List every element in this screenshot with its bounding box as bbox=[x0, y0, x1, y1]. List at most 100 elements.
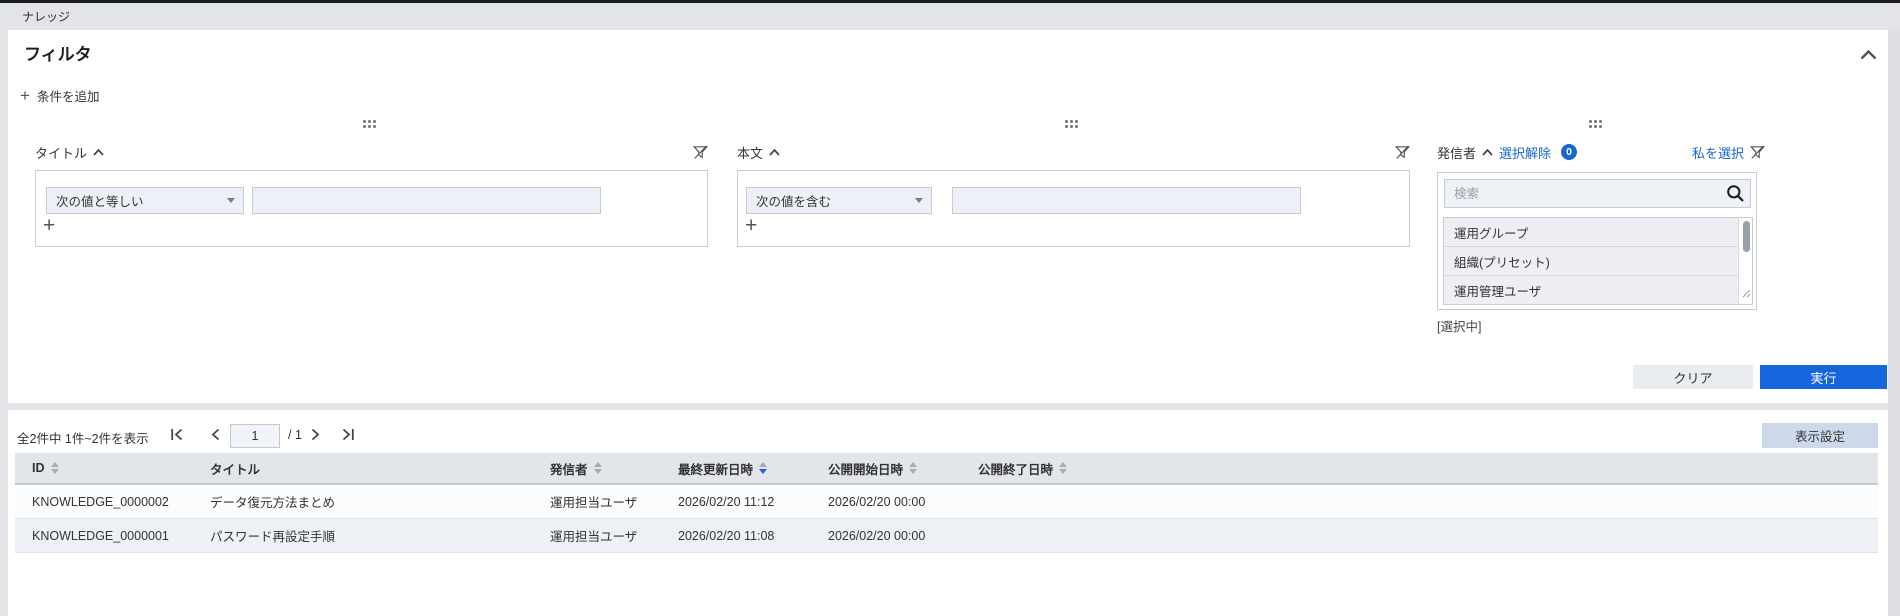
cell-publish-end bbox=[978, 519, 1878, 552]
cell-sender: 運用担当ユーザ bbox=[550, 519, 678, 552]
clear-button[interactable]: クリア bbox=[1633, 365, 1753, 389]
table-header-row: ID タイトル 発信者 最終更新日時 公開開始日時 bbox=[15, 453, 1878, 485]
option-label: 運用グループ bbox=[1454, 223, 1528, 242]
table-row[interactable]: KNOWLEDGE_0000002 データ復元方法まとめ 運用担当ユーザ 202… bbox=[15, 485, 1878, 519]
page-number-input[interactable] bbox=[230, 424, 280, 448]
filter-value-input[interactable] bbox=[252, 187, 601, 214]
cell-last-updated: 2026/02/20 11:12 bbox=[678, 485, 828, 518]
deselect-all-link[interactable]: 選択解除 bbox=[1499, 143, 1551, 162]
drag-handle-icon[interactable] bbox=[363, 120, 379, 128]
result-table-panel: 全2件中 1件~2件を表示 / 1 表示設定 ID bbox=[8, 410, 1888, 616]
breadcrumb-bar: ナレッジ bbox=[0, 3, 1900, 29]
column-header-id[interactable]: ID bbox=[15, 453, 210, 483]
column-header-label: ID bbox=[32, 461, 45, 475]
sort-icon bbox=[1059, 462, 1067, 474]
filter-column-title-header: タイトル bbox=[35, 143, 708, 161]
last-page-icon[interactable] bbox=[340, 428, 356, 441]
resize-grip-icon[interactable] bbox=[1742, 285, 1751, 303]
filter-column-label: 本文 bbox=[737, 143, 763, 162]
drag-handle-icon[interactable] bbox=[1065, 120, 1081, 128]
page-scrollbar-track[interactable] bbox=[1888, 29, 1900, 616]
selected-note: [選択中] bbox=[1437, 316, 1481, 335]
chevron-down-icon bbox=[915, 198, 923, 203]
breadcrumb: ナレッジ bbox=[22, 8, 70, 25]
sort-icon bbox=[909, 462, 917, 474]
cell-title: データ復元方法まとめ bbox=[210, 485, 550, 518]
filter-panel: フィルタ + 条件を追加 タイトル 次の値と等しい bbox=[8, 30, 1888, 403]
clear-filter-icon[interactable] bbox=[1395, 145, 1410, 160]
chevron-down-icon bbox=[227, 198, 235, 203]
add-condition-button[interactable]: + 条件を追加 bbox=[20, 86, 99, 105]
selection-count-badge: 0 bbox=[1561, 144, 1577, 160]
clear-filter-icon[interactable] bbox=[1750, 145, 1765, 160]
column-header-publish-start[interactable]: 公開開始日時 bbox=[828, 453, 978, 483]
chevron-up-icon bbox=[769, 149, 780, 156]
list-item[interactable]: 運用管理ユーザ bbox=[1444, 276, 1739, 305]
scrollbar-thumb[interactable] bbox=[1743, 221, 1750, 252]
display-settings-button[interactable]: 表示設定 bbox=[1762, 423, 1878, 448]
sender-header-right-group: 私を選択 bbox=[1692, 143, 1765, 162]
filter-column-sender-label-group: 発信者 選択解除 0 bbox=[1437, 143, 1577, 162]
chevron-up-icon bbox=[93, 149, 104, 156]
drag-handle-icon[interactable] bbox=[1589, 120, 1605, 128]
column-header-label: 公開終了日時 bbox=[978, 459, 1053, 478]
add-condition-row-icon[interactable]: + bbox=[43, 213, 55, 239]
list-item[interactable]: 運用グループ bbox=[1444, 218, 1739, 247]
filter-column-title-label-group[interactable]: タイトル bbox=[35, 143, 104, 162]
sender-picker: 運用グループ 組織(プリセット) 運用管理ユーザ bbox=[1437, 172, 1757, 310]
table-row[interactable]: KNOWLEDGE_0000001 パスワード再設定手順 運用担当ユーザ 202… bbox=[15, 519, 1878, 553]
filter-value-input[interactable] bbox=[952, 187, 1301, 214]
filter-panel-title: フィルタ bbox=[24, 40, 92, 65]
list-item[interactable]: 組織(プリセット) bbox=[1444, 247, 1739, 276]
cell-id: KNOWLEDGE_0000001 bbox=[15, 519, 210, 552]
option-label: 運用管理ユーザ bbox=[1454, 281, 1541, 300]
column-header-label: 公開開始日時 bbox=[828, 459, 903, 478]
first-page-icon[interactable] bbox=[170, 428, 186, 441]
add-condition-row-icon[interactable]: + bbox=[745, 213, 757, 239]
filter-column-body-header: 本文 bbox=[737, 143, 1410, 161]
cell-title: パスワード再設定手順 bbox=[210, 519, 550, 552]
next-page-icon[interactable] bbox=[310, 428, 326, 441]
chevron-up-icon bbox=[1482, 149, 1493, 156]
knowledge-list-page: ナレッジ フィルタ + 条件を追加 タイトル 次の値と等しい bbox=[0, 0, 1900, 616]
run-button[interactable]: 実行 bbox=[1760, 365, 1887, 389]
sort-icon bbox=[594, 462, 602, 474]
operator-selected-value: 次の値を含む bbox=[756, 191, 831, 210]
add-condition-label: 条件を追加 bbox=[37, 86, 100, 105]
sort-icon bbox=[51, 462, 59, 474]
column-header-sender[interactable]: 発信者 bbox=[550, 453, 678, 483]
filter-column-label[interactable]: 発信者 bbox=[1437, 143, 1476, 162]
cell-last-updated: 2026/02/20 11:08 bbox=[678, 519, 828, 552]
result-count-summary: 全2件中 1件~2件を表示 bbox=[17, 428, 149, 447]
select-me-link[interactable]: 私を選択 bbox=[1692, 143, 1744, 162]
page-total-label: / 1 bbox=[288, 428, 302, 442]
option-label: 組織(プリセット) bbox=[1454, 252, 1550, 271]
filter-column-label: タイトル bbox=[35, 143, 87, 162]
operator-select[interactable]: 次の値を含む bbox=[746, 187, 932, 214]
pagination-bar: 全2件中 1件~2件を表示 / 1 bbox=[8, 422, 1888, 448]
column-header-label: タイトル bbox=[210, 459, 260, 478]
cell-id: KNOWLEDGE_0000002 bbox=[15, 485, 210, 518]
search-icon[interactable] bbox=[1726, 184, 1745, 208]
cell-publish-start: 2026/02/20 00:00 bbox=[828, 485, 978, 518]
clear-filter-icon[interactable] bbox=[693, 145, 708, 160]
filter-column-sender-header: 発信者 選択解除 0 私を選択 bbox=[1437, 143, 1765, 161]
filter-column-body-label-group[interactable]: 本文 bbox=[737, 143, 780, 162]
cell-sender: 運用担当ユーザ bbox=[550, 485, 678, 518]
knowledge-table: ID タイトル 発信者 最終更新日時 公開開始日時 bbox=[15, 453, 1878, 553]
sender-search-input[interactable] bbox=[1444, 179, 1751, 208]
cell-publish-end bbox=[978, 485, 1878, 518]
sender-option-list: 運用グループ 組織(プリセット) 運用管理ユーザ bbox=[1443, 217, 1753, 305]
column-header-last-updated[interactable]: 最終更新日時 bbox=[678, 453, 828, 483]
sort-desc-active-icon bbox=[759, 462, 767, 474]
column-header-label: 発信者 bbox=[550, 459, 588, 478]
operator-select[interactable]: 次の値と等しい bbox=[46, 187, 244, 214]
operator-selected-value: 次の値と等しい bbox=[56, 191, 144, 210]
collapse-filter-button[interactable] bbox=[1856, 46, 1880, 64]
column-header-label: 最終更新日時 bbox=[678, 459, 753, 478]
plus-icon: + bbox=[20, 89, 30, 103]
chevron-up-icon bbox=[1860, 50, 1877, 60]
column-header-title[interactable]: タイトル bbox=[210, 453, 550, 483]
prev-page-icon[interactable] bbox=[210, 428, 226, 441]
column-header-publish-end[interactable]: 公開終了日時 bbox=[978, 453, 1878, 483]
